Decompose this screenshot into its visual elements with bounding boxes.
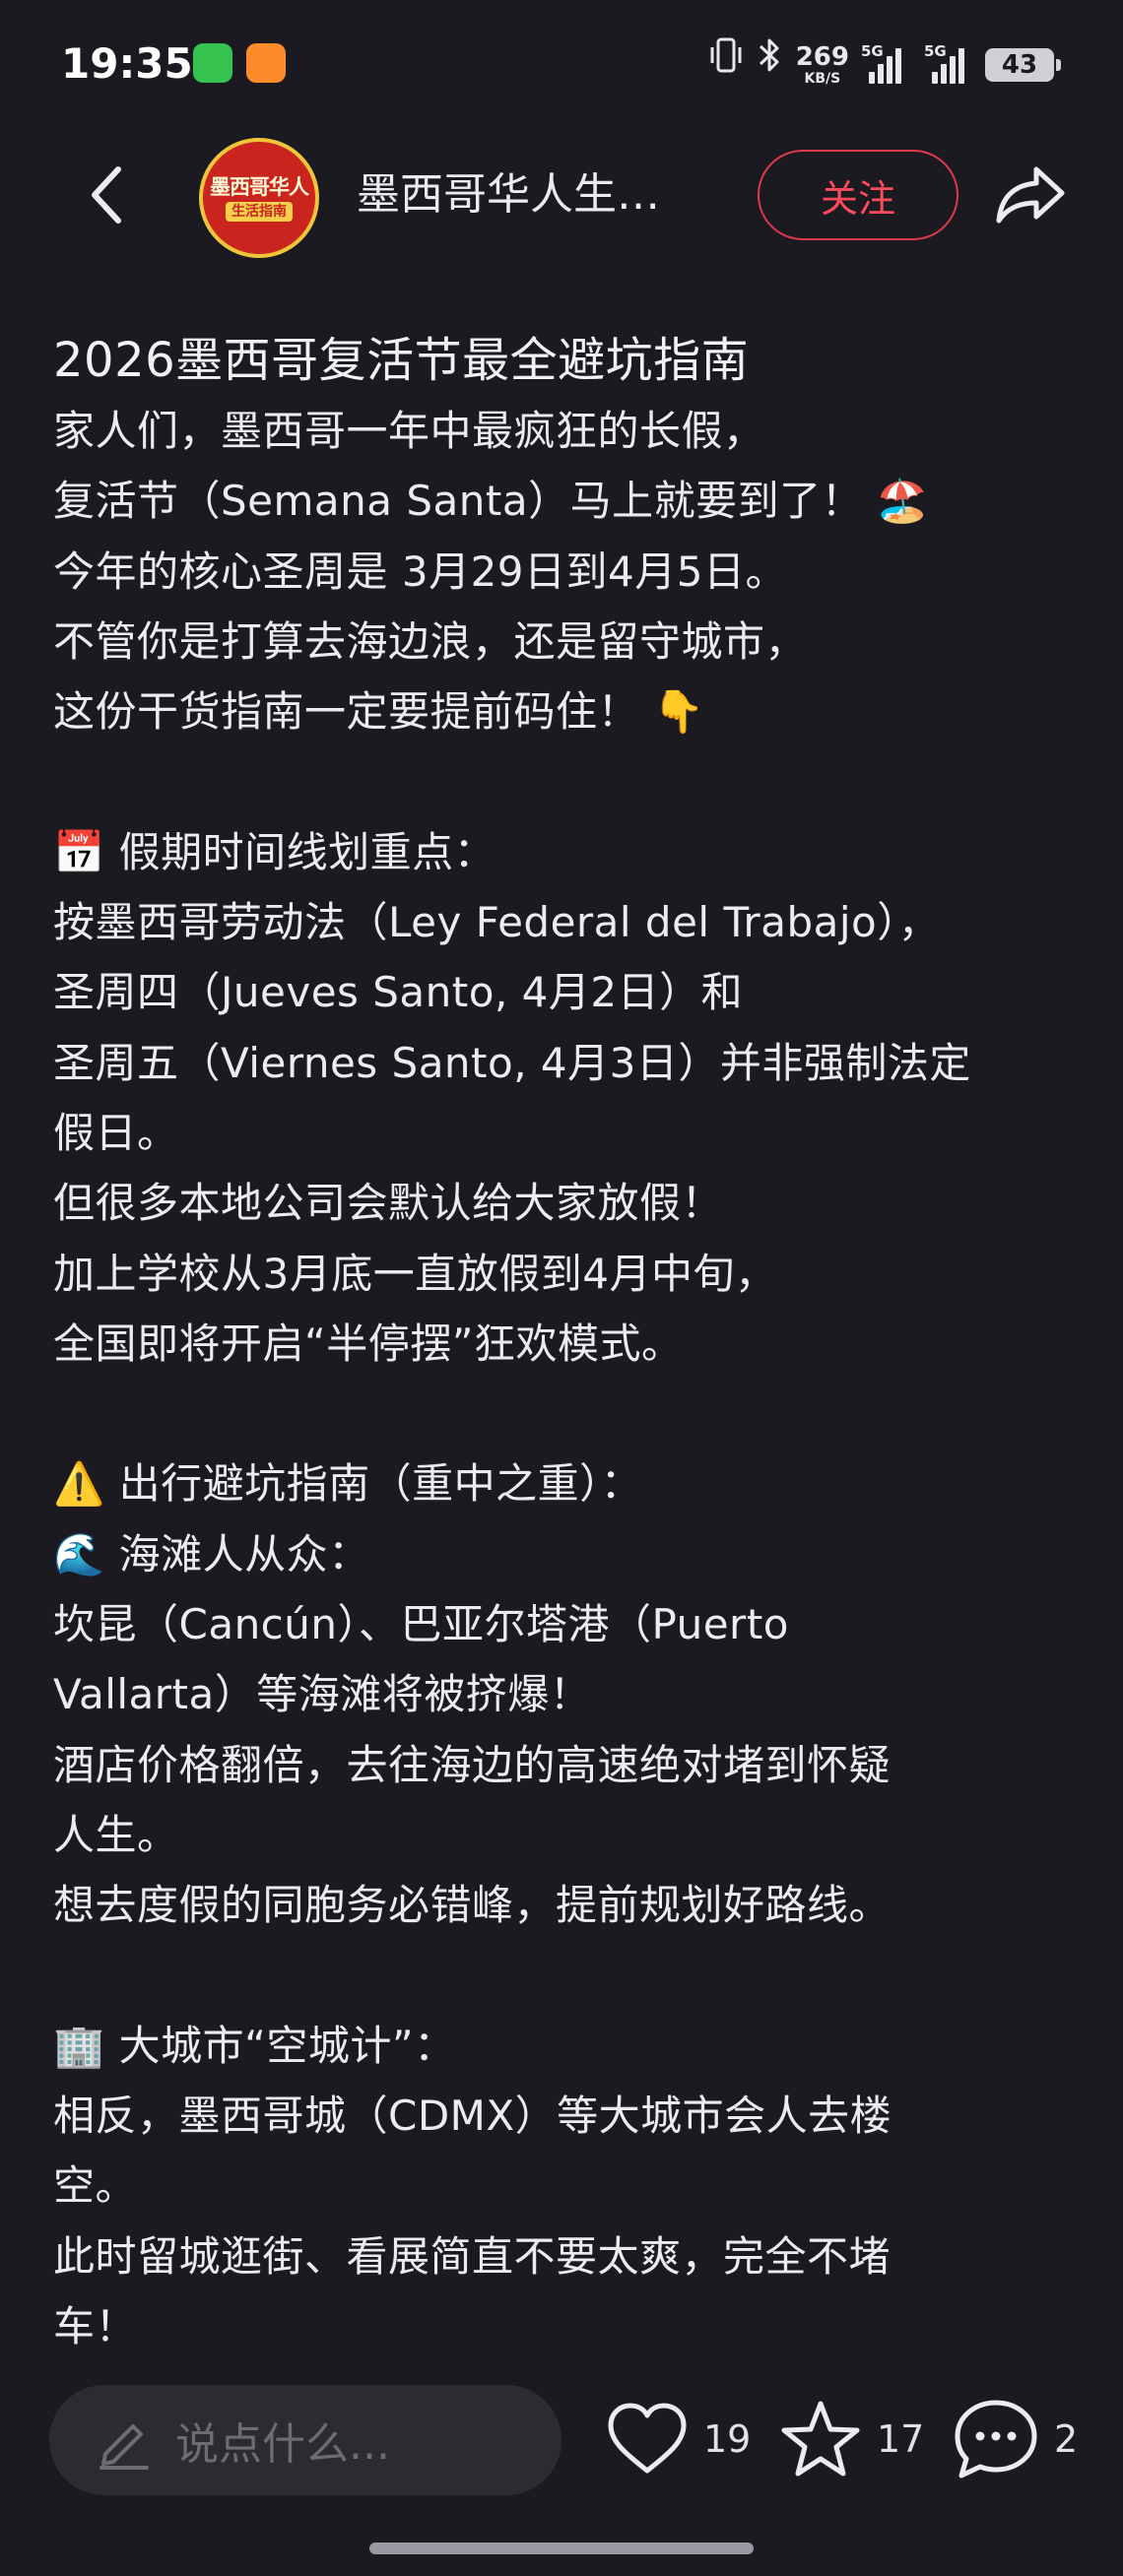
- follow-button[interactable]: 关注: [758, 150, 958, 240]
- notification-app-icon: [246, 43, 286, 83]
- comment-count: 2: [1054, 2417, 1079, 2461]
- post-line: 复活节（Semana Santa）马上就要到了！ 🏖️: [53, 477, 929, 526]
- post-line: 圣周五（Viernes Santo, 4月3日）并非强制法定: [53, 1038, 971, 1087]
- notification-app-icon: [193, 43, 232, 83]
- vibrate-icon: [709, 35, 743, 96]
- signal-icon: 5G: [861, 42, 906, 84]
- post-line: 空。: [53, 2161, 138, 2211]
- status-time: 19:35: [61, 39, 193, 88]
- favorite-count: 17: [877, 2417, 925, 2461]
- status-indicators: 269 KB/S 5G 5G 43: [709, 35, 1061, 96]
- like-button[interactable]: 19: [605, 2390, 751, 2488]
- post-title: 2026墨西哥复活节最全避坑指南: [53, 333, 750, 388]
- home-indicator[interactable]: [369, 2543, 754, 2554]
- post-line: 🌊 海滩人从众：: [53, 1529, 370, 1578]
- post-line: 但很多本地公司会默认给大家放假！: [53, 1179, 724, 1228]
- post-body: 家人们，墨西哥一年中最疯狂的长假， 复活节（Semana Santa）马上就要到了…: [53, 396, 1078, 2351]
- post-content: 2026墨西哥复活节最全避坑指南 家人们，墨西哥一年中最疯狂的长假， 复活节（Se…: [53, 325, 1078, 2351]
- signal-icon: 5G: [920, 42, 971, 84]
- pencil-icon: [89, 2406, 158, 2475]
- share-arrow-icon: [996, 166, 1065, 224]
- post-line: 📅 假期时间线划重点：: [53, 827, 496, 876]
- post-line: 按墨西哥劳动法（Ley Federal del Trabajo），: [53, 898, 941, 947]
- back-button[interactable]: [69, 158, 144, 232]
- post-line: 假日。: [53, 1108, 179, 1157]
- favorite-button[interactable]: 17: [778, 2390, 924, 2488]
- post-line: ⚠️ 出行避坑指南（重中之重）：: [53, 1459, 643, 1509]
- comment-placeholder: 说点什么...: [175, 2419, 390, 2470]
- avatar[interactable]: 墨西哥华人 生活指南: [199, 138, 319, 258]
- comment-button[interactable]: 2: [952, 2390, 1078, 2488]
- post-line: 加上学校从3月底一直放假到4月中旬，: [53, 1249, 777, 1298]
- post-line: 坎昆（Cancún）、巴亚尔塔港（Puerto: [53, 1600, 789, 1649]
- post-line: 圣周四（Jueves Santo, 4月2日）和: [53, 968, 744, 1017]
- post-line: 全国即将开启“半停摆”狂欢模式。: [53, 1319, 684, 1368]
- post-line: Vallarta）等海滩将被挤爆！: [53, 1670, 592, 1719]
- heart-icon: [608, 2403, 687, 2474]
- post-line: 想去度假的同胞务必错峰，提前规划好路线。: [53, 1881, 892, 1930]
- post-line: 🏢 大城市“空城计”：: [53, 2021, 456, 2070]
- post-line: 今年的核心圣周是 3月29日到4月5日。: [53, 547, 787, 596]
- post-header: 墨西哥华人 生活指南 墨西哥华人生… 关注: [0, 128, 1123, 261]
- status-bar: 19:35 269 KB/S 5G 5G 43: [0, 0, 1123, 128]
- post-line: 此时留城逛街、看展简直不要太爽，完全不堵: [53, 2231, 892, 2281]
- network-speed: 269 KB/S: [795, 42, 849, 87]
- battery-icon: 43: [985, 48, 1061, 82]
- post-line: 不管你是打算去海边浪，还是留守城市，: [53, 616, 808, 666]
- post-line: 车！: [53, 2302, 138, 2351]
- comment-bubble-icon: [955, 2400, 1037, 2479]
- post-line: 这份干货指南一定要提前码住！ 👇: [53, 687, 705, 737]
- star-icon: [781, 2401, 860, 2477]
- bluetooth-icon: [757, 35, 782, 96]
- chevron-left-icon: [92, 166, 121, 224]
- like-count: 19: [703, 2417, 752, 2461]
- post-line: 酒店价格翻倍，去往海边的高速绝对堵到怀疑: [53, 1740, 892, 1789]
- post-line: 家人们，墨西哥一年中最疯狂的长假，: [53, 407, 765, 455]
- share-button[interactable]: [991, 156, 1070, 234]
- bottom-action-bar: 说点什么... 19 17 2: [0, 2351, 1123, 2576]
- post-line: 相反，墨西哥城（CDMX）等大城市会人去楼: [53, 2092, 892, 2141]
- author-name[interactable]: 墨西哥华人生…: [357, 165, 692, 225]
- post-line: 人生。: [53, 1810, 179, 1859]
- comment-input[interactable]: 说点什么...: [49, 2385, 562, 2495]
